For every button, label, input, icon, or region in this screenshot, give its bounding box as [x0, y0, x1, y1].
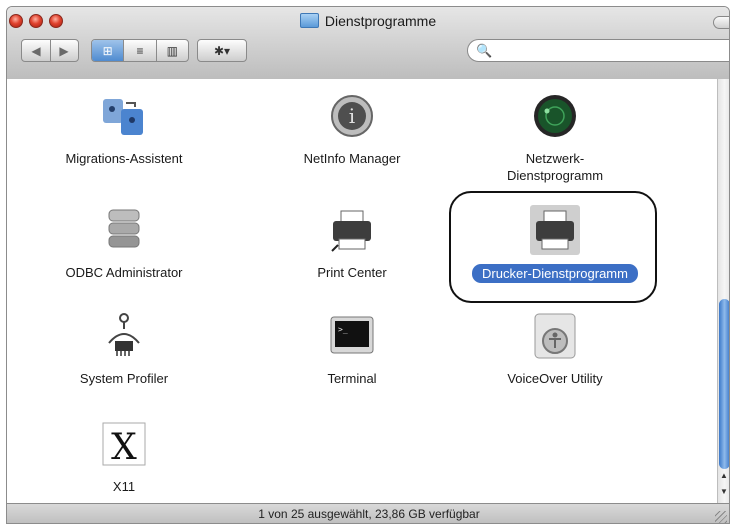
- x11-icon: X: [99, 419, 149, 469]
- search-field[interactable]: 🔍: [467, 39, 729, 62]
- database-icon: [99, 205, 149, 255]
- resize-grip[interactable]: [715, 511, 727, 523]
- vertical-scrollbar[interactable]: ▲ ▼: [717, 79, 729, 503]
- netinfo-manager-icon: i: [327, 91, 377, 141]
- migration-assistant-icon: [99, 91, 149, 141]
- item-label: Print Center: [317, 265, 387, 280]
- item-migration-assistant[interactable]: Migrations-Assistent: [24, 91, 224, 167]
- scrollbar-thumb[interactable]: [719, 299, 729, 469]
- item-system-profiler[interactable]: System Profiler: [24, 311, 224, 387]
- item-label: NetInfo Manager: [303, 151, 401, 166]
- toolbar-toggle-button[interactable]: [713, 16, 729, 29]
- search-icon: 🔍: [476, 43, 493, 58]
- item-print-center[interactable]: Print Center: [252, 205, 452, 281]
- titlebar: Dienstprogramme ◀ ▶ ⊞ ≡ ▥ ✱▾ 🔍: [7, 7, 729, 80]
- forward-button[interactable]: ▶: [50, 44, 78, 58]
- item-label: ODBC Administrator: [65, 265, 183, 280]
- printer-icon: [327, 205, 377, 255]
- nav-buttons: ◀ ▶: [21, 39, 79, 62]
- nav-separator: [50, 40, 51, 61]
- finder-window: Dienstprogramme ◀ ▶ ⊞ ≡ ▥ ✱▾ 🔍 Migration…: [6, 6, 730, 524]
- status-bar: 1 von 25 ausgewählt, 23,86 GB verfügbar: [7, 503, 729, 523]
- window-title-text: Dienstprogramme: [324, 13, 437, 29]
- svg-text:i: i: [349, 104, 355, 128]
- item-odbc-administrator[interactable]: ODBC Administrator: [24, 205, 224, 281]
- item-x11[interactable]: X X11: [24, 419, 224, 495]
- item-label: Terminal: [327, 371, 377, 386]
- item-label: Migrations-Assistent: [65, 151, 183, 166]
- svg-text:>_: >_: [338, 325, 348, 334]
- item-terminal[interactable]: >_ Terminal: [252, 311, 452, 387]
- status-text: 1 von 25 ausgewählt, 23,86 GB verfügbar: [258, 507, 480, 521]
- action-menu-button[interactable]: ✱▾: [197, 39, 247, 62]
- icon-view-button[interactable]: ⊞: [92, 40, 124, 61]
- terminal-icon: >_: [327, 311, 377, 361]
- scroll-down-arrow[interactable]: ▼: [720, 487, 728, 496]
- item-network-utility[interactable]: Netzwerk- Dienstprogramm: [455, 91, 655, 184]
- system-profiler-icon: [99, 311, 149, 361]
- window-title: Dienstprogramme: [7, 13, 729, 29]
- list-view-button[interactable]: ≡: [123, 40, 155, 61]
- annotation-highlight-oval: [449, 191, 657, 303]
- network-utility-icon: [530, 91, 580, 141]
- item-label: Netzwerk- Dienstprogramm: [506, 151, 604, 183]
- item-label: X11: [112, 479, 136, 494]
- svg-text:X: X: [111, 427, 137, 468]
- view-buttons: ⊞ ≡ ▥: [91, 39, 189, 62]
- file-icon-grid: Migrations-Assistent i NetInfo Manager N…: [7, 79, 717, 503]
- column-view-button[interactable]: ▥: [155, 40, 188, 61]
- folder-icon: [299, 13, 319, 28]
- item-label: System Profiler: [79, 371, 169, 386]
- item-voiceover-utility[interactable]: VoiceOver Utility: [455, 311, 655, 387]
- back-button[interactable]: ◀: [22, 44, 50, 58]
- scroll-up-arrow[interactable]: ▲: [720, 471, 728, 480]
- item-label: VoiceOver Utility: [507, 371, 603, 386]
- item-netinfo-manager[interactable]: i NetInfo Manager: [252, 91, 452, 167]
- voiceover-utility-icon: [530, 311, 580, 361]
